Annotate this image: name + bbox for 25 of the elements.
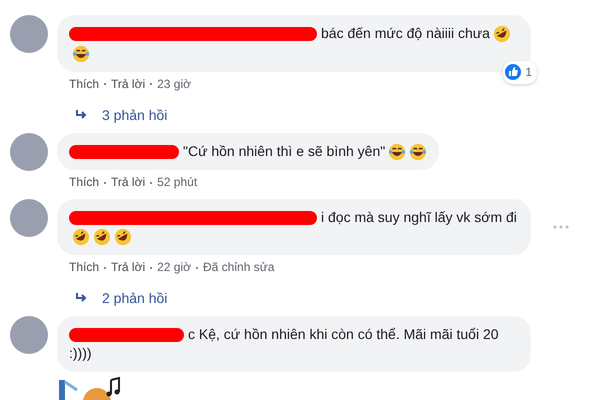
reply-arrow-icon	[76, 293, 88, 304]
comment-action-link[interactable]: Trả lời	[111, 174, 146, 189]
comment-time: 52 phút	[157, 174, 198, 189]
comment-text: i đọc mà suy nghĩ lấy vk sớm đi	[321, 208, 517, 225]
comment-action-link[interactable]: Thích	[69, 260, 100, 274]
comment-text: bác đến mức độ nàiiii chưa	[321, 25, 490, 41]
thumbs-up-icon	[505, 64, 522, 80]
comment-action-link[interactable]: Thích	[69, 76, 100, 91]
comment-text: "Cứ hồn nhiên thì e sẽ bình yên"	[183, 142, 386, 159]
comment-action-link[interactable]: Trả lời	[111, 76, 146, 91]
avatar[interactable]	[10, 316, 48, 354]
comment-time: 22 giờ	[157, 260, 191, 274]
comment-time: 23 giờ	[157, 76, 191, 91]
avatar[interactable]	[10, 15, 48, 53]
view-replies-link[interactable]: 2 phản hồi	[76, 290, 168, 306]
comment-text: c Kệ, cứ hồn nhiên khi còn có thể. Mãi mãi tuổi 20 :))))	[69, 326, 499, 362]
comment-action-link[interactable]: Trả lời	[111, 260, 146, 274]
reply-arrow-icon	[76, 110, 88, 120]
view-replies-link[interactable]: 3 phản hồi	[76, 106, 168, 123]
avatar[interactable]	[10, 132, 48, 171]
avatar[interactable]	[10, 198, 48, 237]
more-options-icon[interactable]	[553, 225, 569, 230]
like-reaction-badge[interactable]: 1	[503, 60, 537, 84]
edited-label: Đã chỉnh sửa	[203, 260, 274, 274]
comment-action-link[interactable]: Thích	[69, 174, 100, 189]
